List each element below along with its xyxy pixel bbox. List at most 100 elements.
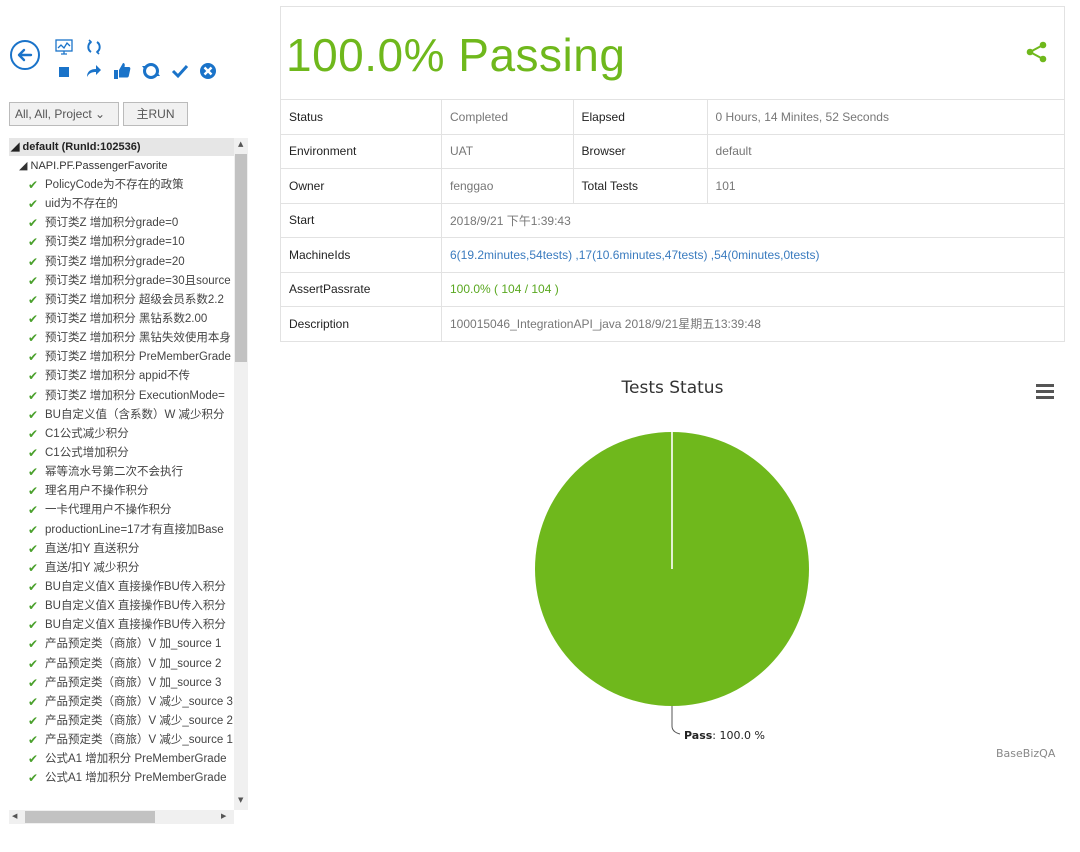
tree-item-label: 直送/扣Y 减少积分 (45, 561, 140, 574)
check-icon: ✔ (28, 771, 39, 786)
check-icon: ✔ (28, 599, 39, 614)
tree-item[interactable]: ✔ 预订类Z 增加积分 黑钻系数2.00 (9, 310, 235, 329)
tree-item[interactable]: ✔ productionLine=17才有直接加Base (9, 521, 235, 540)
tree-item[interactable]: ✔ C1公式减少积分 (9, 425, 235, 444)
scroll-thumb-horizontal[interactable] (25, 811, 155, 823)
scroll-up-icon[interactable]: ▲ (238, 140, 243, 148)
tree-item[interactable]: ✔ 预订类Z 增加积分 PreMemberGrade (9, 348, 235, 367)
tree-item[interactable]: ✔ 公式A1 增加积分 PreMemberGrade (9, 750, 235, 769)
scroll-left-icon[interactable]: ◀ (12, 812, 17, 820)
info-value: UAT (441, 133, 574, 169)
tree-item-label: PolicyCode为不存在的政策 (45, 179, 184, 191)
info-label: Status (281, 99, 442, 134)
tree-item[interactable]: ✔ 直送/扣Y 直送积分 (9, 540, 235, 559)
info-label: Owner (281, 168, 442, 203)
tree-item[interactable]: ✔ 产品预定类（商旅）V 加_source 1 (9, 635, 235, 654)
back-button[interactable] (10, 40, 40, 70)
check-icon: ✔ (28, 407, 39, 422)
tree-item[interactable]: ✔ 产品预定类（商旅）V 减少_source 1 (9, 731, 235, 750)
tree-item[interactable]: ✔ BU自定义值X 直接操作BU传入积分 (9, 597, 235, 616)
tree-item-label: 一卡代理用户不操作积分 (45, 504, 172, 517)
tree-item[interactable]: ✔ 预订类Z 增加积分 appid不传 (9, 367, 235, 386)
info-row-start-time: Start 2018/9/21 下午1:39:43 (281, 202, 1064, 238)
tree-item[interactable]: ✔ 一卡代理用户不操作积分 (9, 501, 235, 520)
tree-item[interactable]: ✔ 产品预定类（商旅）V 减少_source 2 (9, 712, 235, 731)
tree-item-label: 公式A1 增加积分 PreMemberGrade (45, 772, 227, 785)
info-value: fenggao (441, 168, 574, 203)
tree-item[interactable]: ✔ 产品预定类（商旅）V 加_source 3 (9, 674, 235, 693)
check-icon[interactable] (170, 61, 190, 81)
refresh-icon[interactable] (84, 37, 104, 57)
tree-item[interactable]: ✔ 预订类Z 增加积分 ExecutionMode= (9, 387, 235, 406)
info-row: Status Completed Elapsed 0 Hours, 14 Minite… (281, 99, 1064, 134)
info-row: Environment UAT Browser default (281, 133, 1064, 169)
tree-item[interactable]: ✔ 产品预定类（商旅）V 减少_source 3 (9, 693, 235, 712)
tree-item-label: 产品预定类（商旅）V 减少_source 2 (45, 714, 233, 727)
scroll-right-icon[interactable]: ▶ (221, 812, 226, 820)
tree-item[interactable]: ✔ C1公式增加积分 (9, 444, 235, 463)
check-icon: ✔ (28, 656, 39, 671)
cancel-icon[interactable] (198, 61, 218, 81)
back-arrow-icon (17, 48, 33, 62)
tree-item[interactable]: ✔ 产品预定类（商旅）V 加_source 2 (9, 655, 235, 674)
data-label-connector (671, 706, 681, 735)
info-row: Owner fenggao Total Tests 101 (281, 168, 1064, 203)
tree-item-label: 预订类Z 增加积分 超级会员系数2.2 (45, 293, 224, 306)
share-icon[interactable] (1026, 41, 1048, 63)
check-icon: ✔ (28, 311, 39, 326)
run-button[interactable]: 主RUN (123, 102, 188, 126)
tree-item-label: 预订类Z 增加积分grade=0 (45, 217, 179, 230)
tree-item[interactable]: ✔ 预订类Z 增加积分 黑钻失效使用本身 (9, 329, 235, 348)
tree-item[interactable]: ✔ 预订类Z 增加积分grade=10 (9, 233, 235, 252)
tree-items: ✔ PolicyCode为不存在的政策 ✔ uid为不存在的 ✔ 预订类Z 增加积分gra… (9, 176, 249, 789)
thumbs-up-icon[interactable] (112, 61, 132, 81)
scroll-thumb[interactable] (235, 154, 247, 362)
reset-icon[interactable] (141, 61, 161, 81)
info-label: Browser (572, 133, 708, 169)
pie-data-label-name: Pass (684, 729, 713, 742)
pass-rate-headline: 100.0% Passing (286, 29, 626, 81)
tree-suite[interactable]: ◢ NAPI.PF.PassengerFavorite (9, 156, 249, 176)
redo-icon[interactable] (83, 61, 103, 81)
tree-item-label: 直送/扣Y 直送积分 (45, 542, 140, 555)
check-icon: ✔ (28, 579, 39, 594)
tree-item-label: 产品预定类（商旅）V 加_source 1 (45, 638, 222, 651)
tree-item-label: 预订类Z 增加积分 ExecutionMode= (45, 389, 225, 402)
check-icon: ✔ (28, 254, 39, 269)
info-value: 0 Hours, 14 Minites, 52 Seconds (706, 99, 1064, 134)
tree-item[interactable]: ✔ 公式A1 增加积分 PreMemberGrade (9, 769, 235, 788)
scroll-down-icon[interactable]: ▼ (238, 796, 243, 804)
tree-item[interactable]: ✔ 预订类Z 增加积分 超级会员系数2.2 (9, 291, 235, 310)
chart-icon[interactable] (54, 37, 74, 57)
tree-item[interactable]: ✔ BU自定义值X 直接操作BU传入积分 (9, 578, 235, 597)
run-info-table: Status Completed Elapsed 0 Hours, 14 Minite… (281, 99, 1064, 342)
tree-item-label: 产品预定类（商旅）V 减少_source 3 (45, 695, 233, 708)
tree-item-label: 预订类Z 增加积分 appid不传 (45, 370, 191, 383)
check-icon: ✔ (28, 465, 39, 480)
info-value: 101 (706, 168, 1064, 203)
tree-item[interactable]: ✔ uid为不存在的 (9, 195, 235, 214)
tree-horizontal-scrollbar[interactable]: ◀ ▶ (9, 810, 234, 824)
stop-icon[interactable] (54, 62, 74, 82)
chart-menu-icon[interactable] (1036, 384, 1054, 400)
tree-item-label: 公式A1 增加积分 PreMemberGrade (45, 753, 227, 766)
check-icon: ✔ (28, 618, 39, 633)
tree-vertical-scrollbar[interactable]: ▲ ▼ (234, 138, 248, 810)
tree-item[interactable]: ✔ 预订类Z 增加积分grade=0 (9, 214, 235, 233)
test-tree: ◢ default (RunId:102536) ◢ NAPI.PF.Passe… (9, 138, 249, 810)
machine-ids-label: MachineIds (281, 237, 442, 272)
tree-item[interactable]: ✔ PolicyCode为不存在的政策 (9, 176, 235, 195)
project-filter-select[interactable]: All, All, Project ⌄ (9, 102, 119, 126)
tree-item[interactable]: ✔ 理名用户不操作积分 (9, 482, 235, 501)
tree-item[interactable]: ✔ 直送/扣Y 减少积分 (9, 559, 235, 578)
tree-item-label: BU自定义值X 直接操作BU传入积分 (45, 600, 226, 613)
tree-item-label: 预订类Z 增加积分 黑钻系数2.00 (45, 312, 208, 325)
check-icon: ✔ (28, 694, 39, 709)
tree-item[interactable]: ✔ BU自定义值X 直接操作BU传入积分 (9, 616, 235, 635)
tree-item[interactable]: ✔ 幂等流水号第二次不会执行 (9, 463, 235, 482)
tree-item[interactable]: ✔ 预订类Z 增加积分grade=20 (9, 253, 235, 272)
tree-item[interactable]: ✔ BU自定义值（含系数）W 减少积分 (9, 406, 235, 425)
tree-item[interactable]: ✔ 预订类Z 增加积分grade=30且source (9, 272, 235, 291)
start-time-value: 2018/9/21 下午1:39:43 (441, 202, 1064, 238)
tree-root-run[interactable]: ◢ default (RunId:102536) (9, 138, 236, 156)
